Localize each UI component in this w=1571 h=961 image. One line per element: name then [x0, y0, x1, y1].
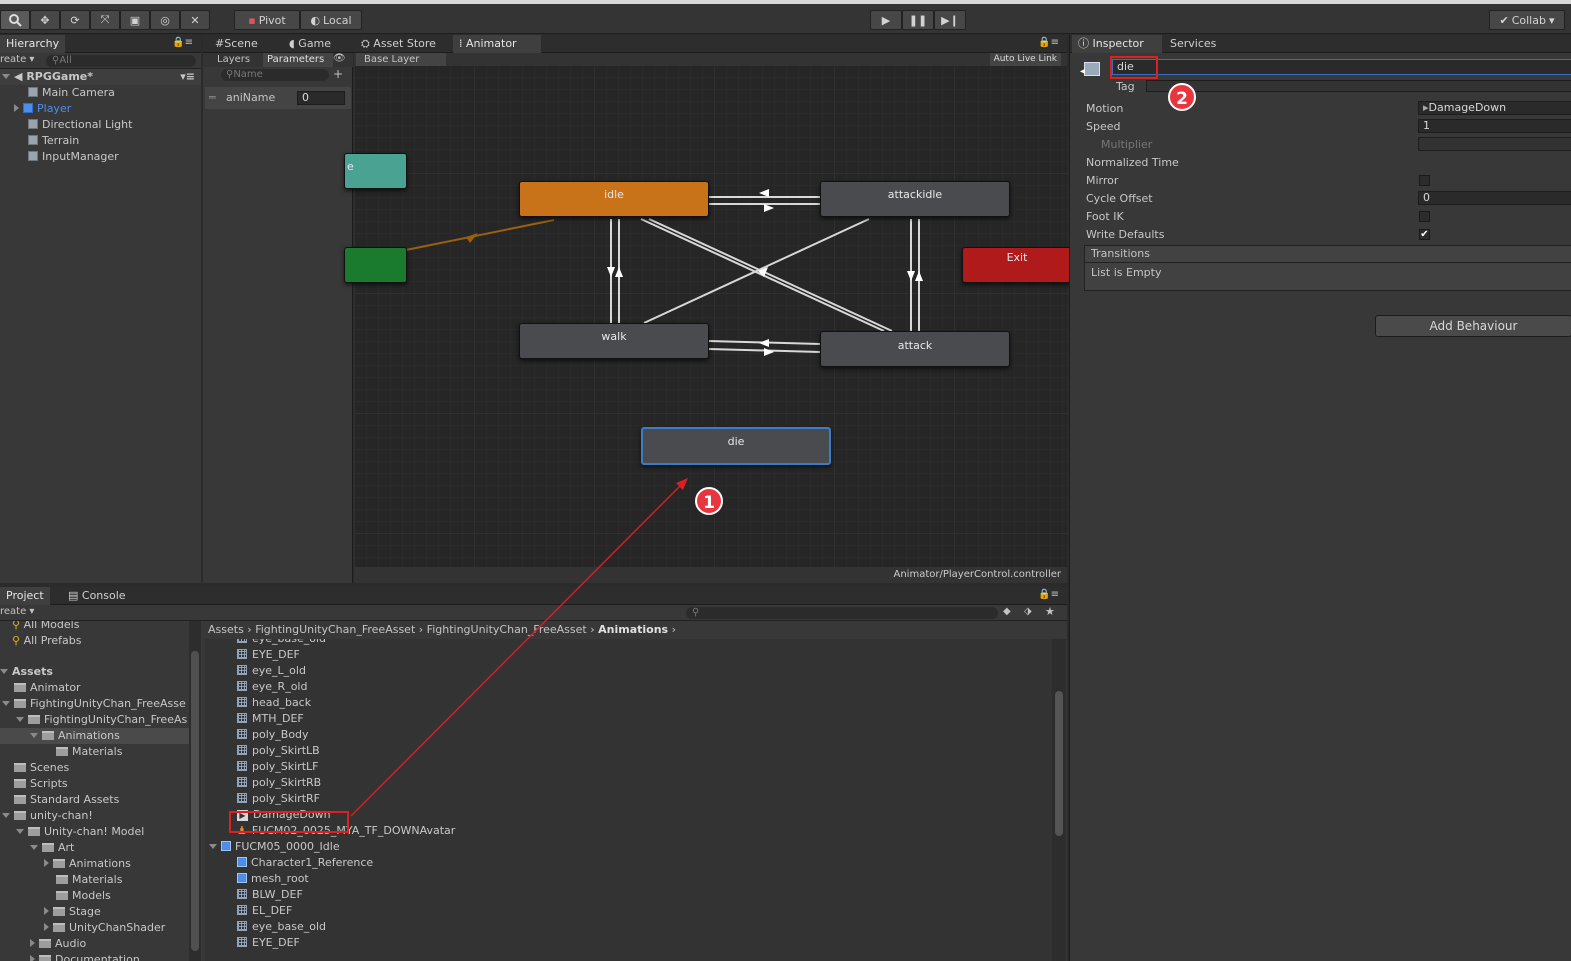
annotation-badge-1: 1 [695, 487, 723, 515]
annotation-arrow [350, 478, 688, 817]
